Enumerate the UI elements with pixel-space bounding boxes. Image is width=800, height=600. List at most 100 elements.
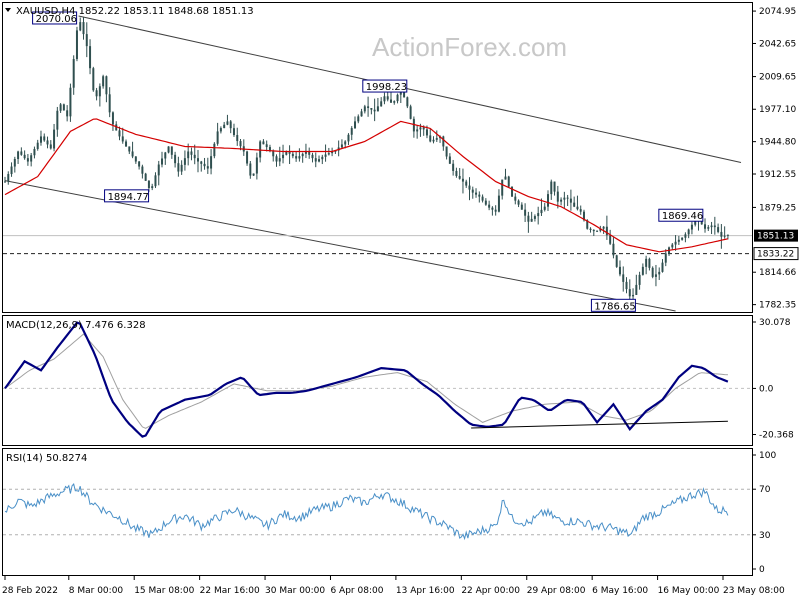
candle — [17, 150, 20, 164]
candle — [161, 151, 164, 168]
rsi-line — [4, 482, 729, 541]
candle — [625, 277, 628, 294]
candle — [664, 249, 667, 267]
svg-text:1833.22: 1833.22 — [757, 250, 794, 260]
candle — [507, 175, 510, 188]
candle — [85, 22, 88, 58]
candle — [337, 140, 340, 157]
key-point-labels: 2070.061894.771998.231786.651869.46 — [32, 11, 704, 312]
candle — [89, 39, 92, 75]
candle — [311, 152, 314, 163]
candle — [707, 225, 710, 232]
time-tick: 22 Mar 16:00 — [199, 576, 260, 596]
candle — [592, 229, 595, 237]
candle — [314, 152, 317, 168]
time-tick: 13 Apr 16:00 — [395, 576, 455, 596]
candle — [308, 147, 311, 159]
candle — [504, 168, 507, 180]
candle — [30, 152, 33, 167]
price-tick: 1814.66 — [752, 268, 796, 278]
candle — [393, 100, 396, 105]
time-tick: 16 May 00:00 — [657, 576, 720, 596]
candle — [553, 181, 556, 196]
candle — [484, 198, 487, 206]
candle — [131, 141, 134, 159]
candle — [223, 121, 226, 129]
candle — [445, 146, 448, 160]
candles — [4, 17, 729, 305]
candle — [141, 164, 144, 179]
svg-text:1869.46: 1869.46 — [662, 211, 703, 222]
candle — [164, 151, 167, 165]
candle — [671, 242, 674, 250]
candle — [125, 139, 128, 147]
candle — [265, 140, 268, 152]
svg-text:1851.13: 1851.13 — [757, 232, 794, 242]
svg-text:6 Apr 08:00: 6 Apr 08:00 — [330, 586, 383, 596]
candle — [157, 160, 160, 186]
price-tick: 2042.65 — [752, 39, 796, 49]
candle — [180, 160, 183, 175]
price-tick: 1782.35 — [752, 301, 796, 311]
svg-text:100: 100 — [759, 451, 776, 461]
candle — [684, 232, 687, 243]
candle — [190, 147, 193, 161]
svg-text:8 Mar 00:00: 8 Mar 00:00 — [69, 586, 124, 596]
candle — [452, 159, 455, 176]
candle — [278, 146, 281, 167]
macd-tick: 30.078 — [752, 318, 791, 328]
time-tick: 22 Apr 00:00 — [460, 576, 520, 596]
candle — [458, 168, 461, 180]
candle — [576, 195, 579, 211]
candle — [566, 194, 569, 206]
candle — [455, 167, 458, 178]
candle — [501, 179, 504, 200]
candle — [10, 162, 13, 177]
candle — [690, 221, 693, 235]
candle — [318, 155, 321, 163]
candle — [26, 153, 29, 166]
candle — [7, 171, 10, 185]
candle — [174, 151, 177, 168]
macd-tick: 0.0 — [752, 384, 774, 394]
svg-text:22 Apr 00:00: 22 Apr 00:00 — [461, 586, 520, 596]
svg-text:13 Apr 16:00: 13 Apr 16:00 — [396, 586, 455, 596]
candle — [79, 17, 82, 32]
candle — [43, 133, 46, 142]
candle — [23, 150, 26, 160]
candle — [62, 103, 65, 111]
candle — [108, 87, 111, 118]
candle — [573, 196, 576, 208]
svg-text:1786.65: 1786.65 — [594, 301, 635, 312]
price-current-tag: 1851.13 — [754, 229, 798, 242]
candle — [56, 106, 59, 137]
candle — [380, 97, 383, 107]
time-tick: 28 Feb 2022 — [2, 576, 58, 596]
candle — [196, 149, 199, 173]
svg-text:2009.65: 2009.65 — [759, 73, 796, 83]
rsi-tick: 70 — [752, 485, 771, 495]
candle — [92, 66, 95, 92]
candle — [661, 259, 664, 273]
candle — [481, 194, 484, 203]
candle — [615, 254, 618, 268]
candle — [46, 136, 49, 149]
candle — [448, 153, 451, 165]
price-tick: 2009.65 — [752, 73, 796, 83]
price-label-1998-23: 1998.23 — [362, 79, 408, 93]
svg-text:22 Mar 16:00: 22 Mar 16:00 — [200, 586, 260, 596]
macd-trend-line — [471, 420, 728, 429]
candle — [517, 199, 520, 208]
svg-text:30: 30 — [759, 531, 771, 541]
symbol-header: XAUUSD,H4 1852.22 1853.11 1848.68 1851.1… — [16, 6, 254, 17]
candle — [360, 108, 363, 117]
candle — [53, 123, 56, 152]
candle — [497, 189, 500, 213]
candle — [622, 266, 625, 292]
candle — [219, 126, 222, 134]
candle — [720, 224, 723, 249]
svg-text:1977.10: 1977.10 — [759, 105, 796, 115]
macd-axis: 30.078 0.0 -20.368 — [752, 318, 794, 441]
price-tick: 1879.25 — [752, 203, 796, 213]
svg-text:2074.95: 2074.95 — [759, 7, 796, 17]
